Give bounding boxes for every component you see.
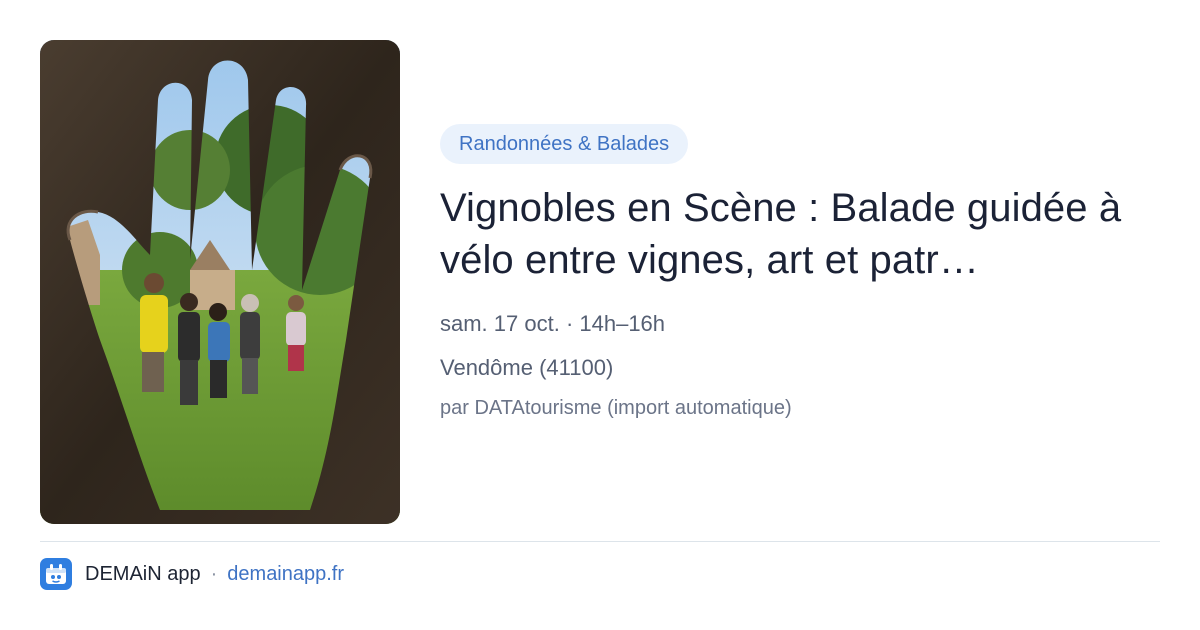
footer-divider (40, 541, 1160, 542)
event-details: Randonnées & Balades Vignobles en Scène … (440, 124, 1170, 421)
app-domain-link[interactable]: demainapp.fr (227, 563, 344, 586)
event-datetime: sam. 17 oct. · 14h–16h (440, 311, 666, 336)
app-name: DEMAiN app (85, 562, 201, 585)
app-footer: DEMAiN app · demainapp.fr (40, 558, 344, 590)
event-location: Vendôme (41100) (440, 355, 614, 380)
event-preview-card[interactable]: Randonnées & Balades Vignobles en Scène … (0, 0, 1200, 630)
event-photo (40, 40, 400, 524)
category-badge[interactable]: Randonnées & Balades (440, 124, 689, 164)
demain-app-logo-icon[interactable] (40, 558, 72, 590)
event-title[interactable]: Vignobles en Scène : Balade guidée à vél… (440, 182, 1170, 286)
event-source: par DATAtourisme (import automatique) (440, 397, 792, 419)
footer-separator: · (210, 562, 218, 585)
